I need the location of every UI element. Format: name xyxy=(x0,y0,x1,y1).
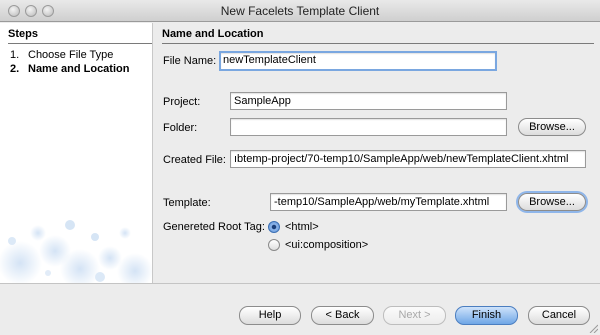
created-file-label: Created File: xyxy=(163,154,226,166)
step-number: 2. xyxy=(10,63,20,75)
created-file-field[interactable]: ıbtemp-project/70-temp10/SampleApp/web/n… xyxy=(230,150,586,168)
steps-header: Steps xyxy=(8,28,38,40)
root-tag-html-radio[interactable] xyxy=(268,221,280,233)
name-and-location-panel: Name and Location File Name: newTemplate… xyxy=(154,23,600,283)
steps-panel: Steps 1. Choose File Type 2. Name and Loca… xyxy=(0,23,153,283)
button-bar: Help < Back Next > Finish Cancel xyxy=(0,284,600,335)
folder-field[interactable] xyxy=(230,118,507,136)
title-bar[interactable]: New Facelets Template Client xyxy=(0,0,600,22)
project-label: Project: xyxy=(163,96,201,108)
template-field[interactable]: -temp10/SampleApp/web/myTemplate.xhtml xyxy=(270,193,507,211)
folder-browse-button[interactable]: Browse... xyxy=(518,118,586,136)
step-choose-file-type: 1. Choose File Type xyxy=(10,49,113,61)
section-divider xyxy=(162,43,594,44)
root-tag-html-label[interactable]: <html> xyxy=(285,221,319,233)
step-label: Name and Location xyxy=(28,63,130,75)
template-label: Template: xyxy=(163,197,211,209)
step-name-and-location: 2. Name and Location xyxy=(10,63,129,75)
finish-button[interactable]: Finish xyxy=(455,306,518,325)
resize-grip-icon[interactable] xyxy=(588,323,598,333)
decorative-bubbles-image xyxy=(0,220,152,283)
help-button[interactable]: Help xyxy=(239,306,301,325)
root-tag-ui-composition-label[interactable]: <ui:composition> xyxy=(285,239,368,251)
window-title: New Facelets Template Client xyxy=(220,4,380,18)
cancel-button[interactable]: Cancel xyxy=(528,306,590,325)
steps-divider xyxy=(8,43,152,44)
template-browse-button[interactable]: Browse... xyxy=(518,193,586,211)
generated-root-tag-label: Genereted Root Tag: xyxy=(163,221,265,233)
dialog-window: New Facelets Template Client Steps 1. Cho… xyxy=(0,0,600,335)
back-button[interactable]: < Back xyxy=(311,306,374,325)
file-name-label: File Name: xyxy=(163,55,217,67)
root-tag-ui-composition-radio[interactable] xyxy=(268,239,280,251)
next-button: Next > xyxy=(383,306,446,325)
file-name-field[interactable]: newTemplateClient xyxy=(219,51,497,71)
section-title: Name and Location xyxy=(162,28,264,40)
folder-label: Folder: xyxy=(163,122,198,134)
step-label: Choose File Type xyxy=(28,49,114,61)
step-number: 1. xyxy=(10,49,20,61)
project-field[interactable]: SampleApp xyxy=(230,92,507,110)
